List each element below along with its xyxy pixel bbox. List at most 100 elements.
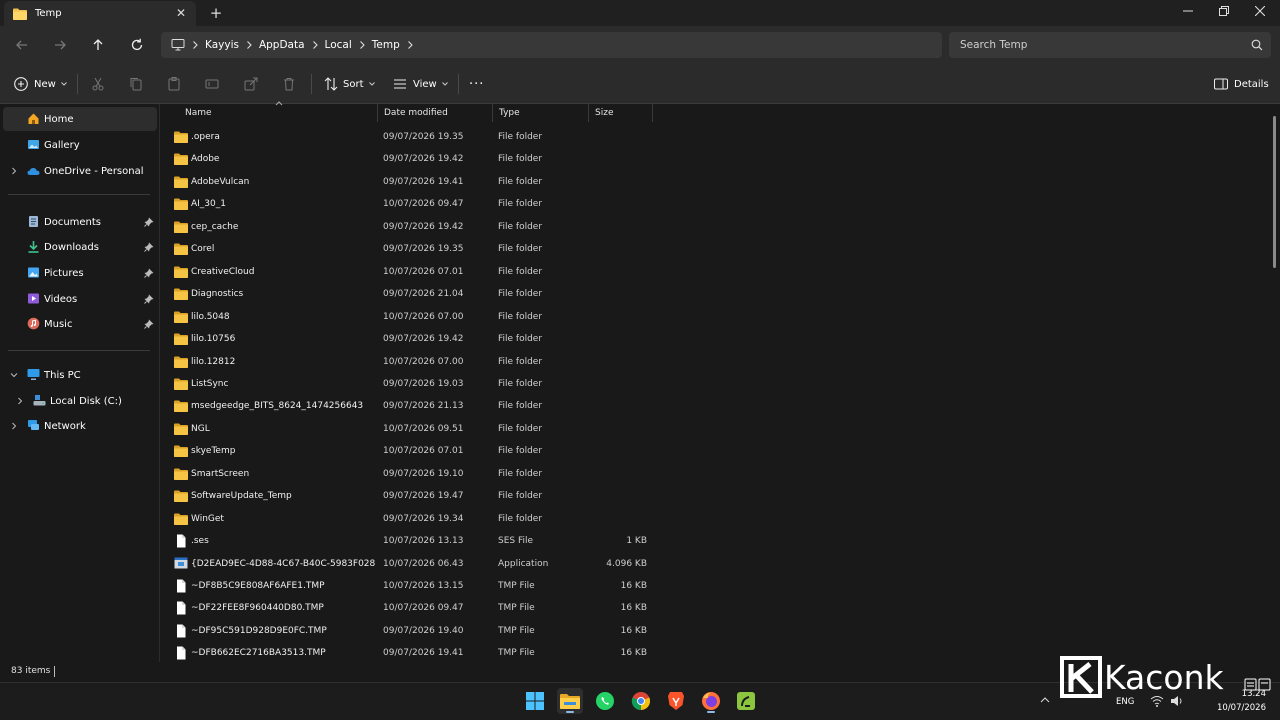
sidebar-item-local-disk[interactable]: Local Disk (C:) [3,389,157,413]
taskbar-chrome[interactable] [628,688,654,714]
file-row[interactable]: CreativeCloud 10/07/2026 07.01 File folder [160,261,1260,283]
sort-button[interactable]: Sort [323,74,376,94]
chevron-up-icon[interactable] [1040,696,1050,704]
column-header-type[interactable]: Type [493,104,589,122]
paste-button[interactable] [166,74,182,94]
file-row[interactable]: lilo.10756 09/07/2026 19.42 File folder [160,328,1260,350]
sidebar-item-onedrive[interactable]: OneDrive - Personal [3,159,157,183]
status-divider [54,666,55,677]
file-row[interactable]: Adobe 09/07/2026 19.42 File folder [160,148,1260,170]
file-row[interactable]: Corel 09/07/2026 19.35 File folder [160,238,1260,260]
more-options-button[interactable]: ··· [469,74,484,94]
cut-button[interactable] [90,74,106,94]
search-input[interactable] [949,32,1239,58]
file-row[interactable]: .ses 10/07/2026 13.13 SES File 1 KB [160,530,1260,552]
sidebar-item-videos[interactable]: Videos [3,287,157,311]
restore-button[interactable] [1206,0,1242,24]
clock-date[interactable]: 10/07/2026 [1212,703,1266,713]
breadcrumb-appdata[interactable]: AppData [259,39,305,51]
view-button[interactable]: View [392,74,449,94]
file-row[interactable]: Diagnostics 09/07/2026 21.04 File folder [160,283,1260,305]
copy-button[interactable] [128,74,144,94]
sidebar-label: Documents [44,216,102,228]
chevron-right-icon[interactable] [352,39,372,51]
breadcrumb-kayyis[interactable]: Kayyis [205,39,239,51]
sidebar-item-documents[interactable]: Documents [3,210,157,234]
taskbar-brave[interactable] [663,688,689,714]
sidebar-item-home[interactable]: Home [3,107,157,131]
file-row[interactable]: msedgeedge_BITS_8624_1474256643 09/07/202… [160,395,1260,417]
pin-icon[interactable] [144,268,154,278]
close-tab-icon[interactable]: ✕ [174,6,188,20]
chevron-right-icon[interactable] [239,39,259,51]
file-row[interactable]: skyeTemp 10/07/2026 07.01 File folder [160,440,1260,462]
file-date-modified: 10/07/2026 07.00 [383,356,464,367]
file-row[interactable]: lilo.5048 10/07/2026 07.00 File folder [160,306,1260,328]
breadcrumb-temp[interactable]: Temp [372,39,400,51]
sidebar-item-downloads[interactable]: Downloads [3,235,157,259]
file-row[interactable]: ~DF22FEE8F960440D80.TMP 10/07/2026 09.47 T… [160,597,1260,619]
pin-icon[interactable] [144,319,154,329]
file-row[interactable]: SmartScreen 09/07/2026 19.10 File folder [160,463,1260,485]
sidebar-item-this-pc[interactable]: This PC [3,363,157,387]
pin-icon[interactable] [144,294,154,304]
folder-icon [174,266,188,278]
column-header-date[interactable]: Date modified [378,104,493,122]
file-row[interactable]: ~DF8B5C9E808AF6AFE1.TMP 10/07/2026 13.15 T… [160,575,1260,597]
sidebar-item-gallery[interactable]: Gallery [3,133,157,157]
brave-lion-icon [668,692,684,710]
pin-icon[interactable] [144,242,154,252]
search-box[interactable] [949,32,1271,58]
scrollbar-thumb[interactable] [1273,116,1276,268]
column-header-name[interactable]: Name [179,104,378,122]
file-row[interactable]: NGL 10/07/2026 09.51 File folder [160,418,1260,440]
rename-button[interactable] [204,74,220,94]
start-button[interactable] [522,688,548,714]
close-window-button[interactable] [1242,0,1278,24]
file-row[interactable]: cep_cache 09/07/2026 19.42 File folder [160,216,1260,238]
chevron-right-icon[interactable] [15,396,25,406]
file-size [590,216,647,238]
file-row[interactable]: {D2EAD9EC-4D88-4C67-B40C-5983F0281… 10/07… [160,553,1260,575]
details-button[interactable]: Details [1213,74,1269,94]
file-type: File folder [498,266,543,277]
breadcrumb[interactable]: Kayyis AppData Local Temp [161,32,942,58]
search-icon[interactable] [1251,39,1263,51]
file-row[interactable]: ListSync 09/07/2026 19.03 File folder [160,373,1260,395]
column-header-size[interactable]: Size [589,104,653,122]
breadcrumb-local[interactable]: Local [325,39,352,51]
sidebar-item-pictures[interactable]: Pictures [3,261,157,285]
refresh-button[interactable] [127,35,147,55]
file-size: 1 KB [626,536,647,547]
chevron-right-icon[interactable] [305,39,325,51]
file-row[interactable]: AI_30_1 10/07/2026 09.47 File folder [160,193,1260,215]
sidebar-item-network[interactable]: Network [3,414,157,438]
chevron-right-icon[interactable] [185,39,205,51]
file-row[interactable]: WinGet 09/07/2026 19.34 File folder [160,508,1260,530]
taskbar-whatsapp[interactable] [592,688,618,714]
delete-button[interactable] [281,74,297,94]
share-button[interactable] [243,74,259,94]
chevron-right-icon[interactable] [9,421,19,431]
taskbar-file-explorer[interactable] [557,688,583,714]
chevron-down-icon[interactable] [9,370,19,380]
taskbar-firefox[interactable] [698,688,724,714]
tab-temp[interactable]: Temp ✕ [4,1,196,26]
sidebar-item-music[interactable]: Music [3,312,157,336]
pin-icon[interactable] [144,217,154,227]
file-type: File folder [498,513,543,524]
file-row[interactable]: lilo.12812 10/07/2026 07.00 File folder [160,351,1260,373]
new-tab-button[interactable]: + [207,4,225,22]
up-button[interactable] [88,35,108,55]
taskbar-app-green[interactable] [733,688,759,714]
forward-button[interactable] [50,35,70,55]
file-row[interactable]: .opera 09/07/2026 19.35 File folder [160,126,1260,148]
file-row[interactable]: SoftwareUpdate_Temp 09/07/2026 19.47 File … [160,485,1260,507]
file-row[interactable]: ~DF95C591D928D9E0FC.TMP 09/07/2026 19.40 T… [160,620,1260,642]
chevron-right-icon[interactable] [400,39,420,51]
minimize-button[interactable] [1170,0,1206,24]
chevron-right-icon[interactable] [9,166,19,176]
back-button[interactable] [12,35,32,55]
file-row[interactable]: AdobeVulcan 09/07/2026 19.41 File folder [160,171,1260,193]
new-button[interactable]: New [13,74,68,94]
